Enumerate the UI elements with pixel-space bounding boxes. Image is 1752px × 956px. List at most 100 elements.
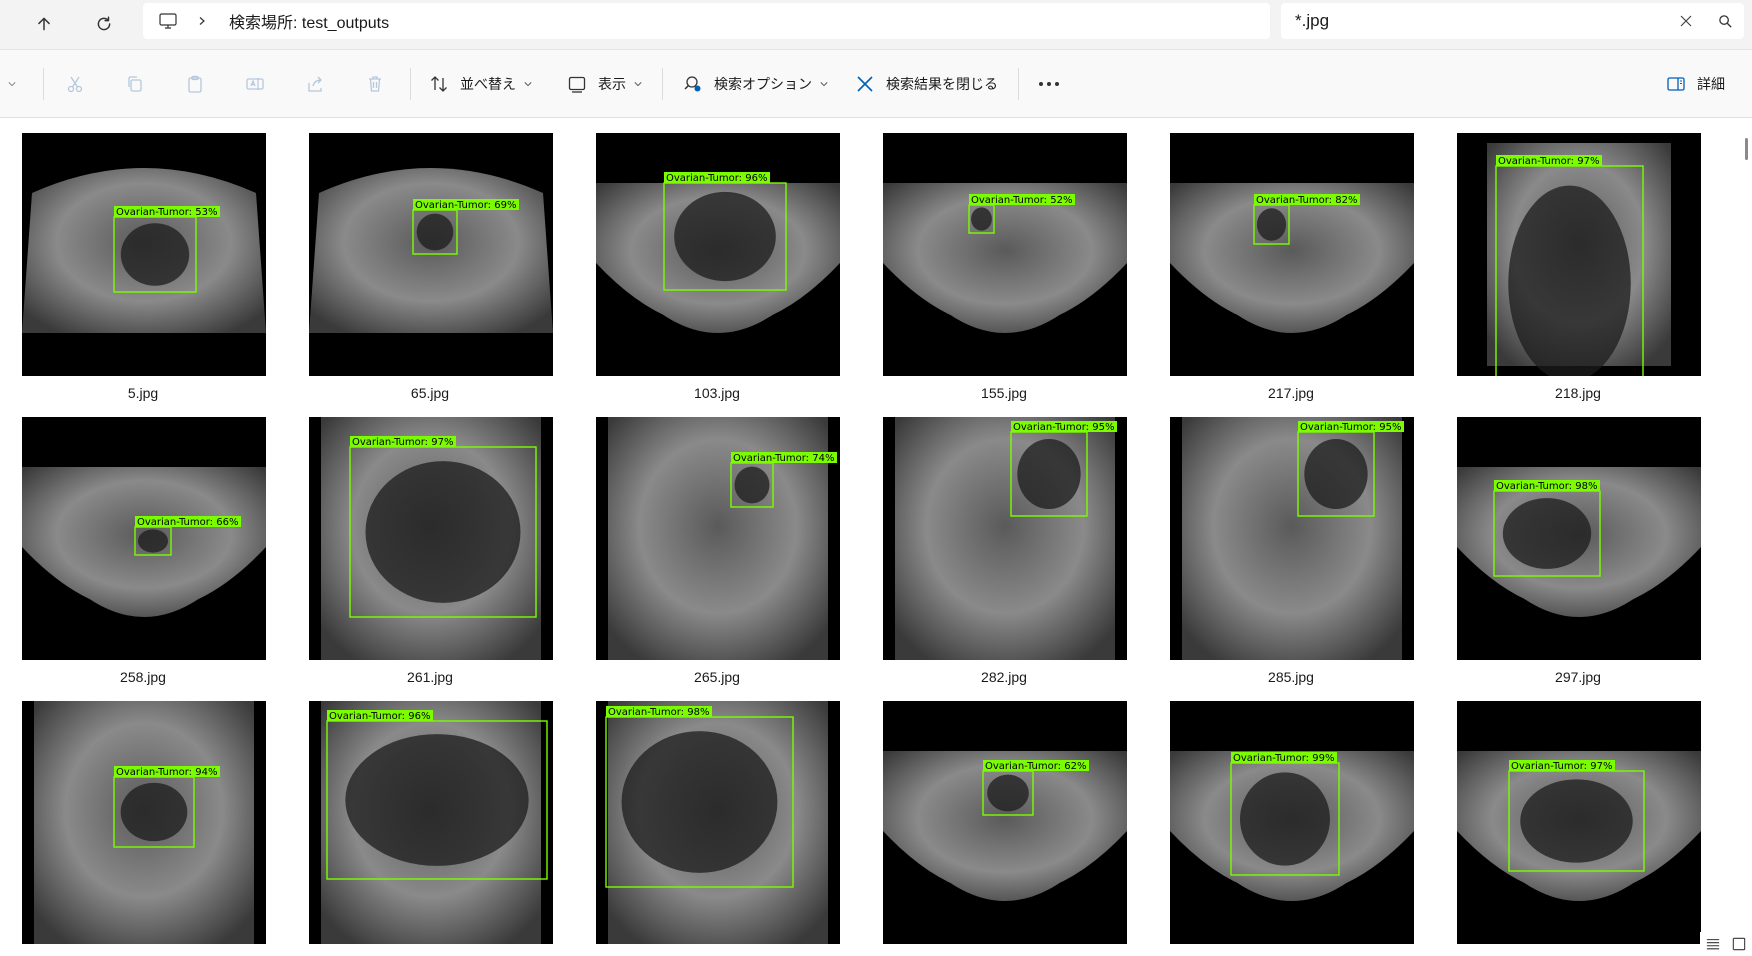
file-tile[interactable]: Ovarian-Tumor: 98% 297.jpg	[1435, 402, 1721, 685]
cut-icon	[64, 73, 86, 95]
ultrasound-thumbnail[interactable]: Ovarian-Tumor: 66%	[22, 417, 266, 660]
ultrasound-thumbnail[interactable]: Ovarian-Tumor: 97%	[1457, 701, 1701, 944]
details-pane-icon	[1665, 73, 1687, 95]
sort-label: 並べ替え	[460, 76, 516, 92]
file-tile[interactable]: Ovarian-Tumor: 95% 282.jpg	[861, 402, 1147, 685]
detection-label: Ovarian-Tumor: 98%	[608, 707, 709, 718]
copy-button[interactable]	[124, 65, 146, 103]
file-tile[interactable]: Ovarian-Tumor: 74% 265.jpg	[574, 402, 860, 685]
ultrasound-thumbnail[interactable]: Ovarian-Tumor: 62%	[883, 701, 1127, 944]
chevron-down-icon	[820, 80, 828, 88]
ultrasound-thumbnail[interactable]: Ovarian-Tumor: 95%	[883, 417, 1127, 660]
delete-button[interactable]	[364, 65, 386, 103]
view-icon	[566, 73, 588, 95]
command-bar: 並べ替え 表示 検索オプション 検索結果を閉じる 詳細	[0, 50, 1752, 118]
file-name[interactable]: 297.jpg	[1435, 669, 1721, 685]
file-name[interactable]: 265.jpg	[574, 669, 860, 685]
clear-search-icon[interactable]	[1676, 11, 1696, 31]
file-tile[interactable]: Ovarian-Tumor: 95% 285.jpg	[1148, 402, 1434, 685]
file-tile[interactable]: Ovarian-Tumor: 53% 5.jpg	[0, 118, 286, 401]
ultrasound-thumbnail[interactable]: Ovarian-Tumor: 96%	[596, 133, 840, 376]
search-input[interactable]: *.jpg	[1295, 11, 1329, 31]
detection-label: Ovarian-Tumor: 52%	[971, 195, 1072, 206]
file-tile[interactable]: Ovarian-Tumor: 52% 155.jpg	[861, 118, 1147, 401]
separator	[1018, 68, 1019, 100]
rename-button[interactable]	[244, 65, 266, 103]
ultrasound-thumbnail[interactable]: Ovarian-Tumor: 69%	[309, 133, 553, 376]
file-name[interactable]: 65.jpg	[287, 385, 573, 401]
detection-label: Ovarian-Tumor: 97%	[352, 437, 453, 448]
vertical-scrollbar[interactable]	[1743, 130, 1749, 930]
search-icon[interactable]	[1714, 11, 1736, 31]
more-options-button[interactable]	[1038, 65, 1060, 103]
file-name[interactable]: 103.jpg	[574, 385, 860, 401]
details-view-icon[interactable]	[1704, 935, 1722, 953]
paste-button[interactable]	[184, 65, 206, 103]
file-tile[interactable]: Ovarian-Tumor: 96%	[287, 686, 573, 956]
ultrasound-thumbnail[interactable]: Ovarian-Tumor: 95%	[1170, 417, 1414, 660]
ultrasound-thumbnail[interactable]: Ovarian-Tumor: 97%	[309, 417, 553, 660]
file-name[interactable]: 261.jpg	[287, 669, 573, 685]
sort-button[interactable]: 並べ替え	[428, 65, 532, 103]
ultrasound-thumbnail[interactable]: Ovarian-Tumor: 52%	[883, 133, 1127, 376]
file-tile[interactable]: Ovarian-Tumor: 97% 261.jpg	[287, 402, 573, 685]
file-name[interactable]: 282.jpg	[861, 669, 1147, 685]
ultrasound-thumbnail[interactable]: Ovarian-Tumor: 74%	[596, 417, 840, 660]
file-tile[interactable]: Ovarian-Tumor: 94%	[0, 686, 286, 956]
file-tile[interactable]: Ovarian-Tumor: 66% 258.jpg	[0, 402, 286, 685]
ultrasound-thumbnail[interactable]: Ovarian-Tumor: 98%	[596, 701, 840, 944]
view-label: 表示	[598, 76, 626, 92]
file-name[interactable]: 217.jpg	[1148, 385, 1434, 401]
large-icons-view-icon[interactable]	[1730, 935, 1748, 953]
ultrasound-thumbnail[interactable]: Ovarian-Tumor: 96%	[309, 701, 553, 944]
view-button[interactable]: 表示	[566, 65, 642, 103]
detection-label: Ovarian-Tumor: 66%	[137, 517, 238, 528]
file-name[interactable]: 5.jpg	[0, 385, 286, 401]
file-tile[interactable]: Ovarian-Tumor: 69% 65.jpg	[287, 118, 573, 401]
detection-label: Ovarian-Tumor: 96%	[666, 173, 767, 184]
ultrasound-thumbnail[interactable]: Ovarian-Tumor: 94%	[22, 701, 266, 944]
search-options-button[interactable]: 検索オプション	[682, 65, 828, 103]
arrow-up-icon	[38, 17, 50, 31]
file-name[interactable]: 258.jpg	[0, 669, 286, 685]
file-tile[interactable]: Ovarian-Tumor: 82% 217.jpg	[1148, 118, 1434, 401]
view-toggle-group	[1700, 932, 1752, 956]
ultrasound-thumbnail[interactable]: Ovarian-Tumor: 98%	[1457, 417, 1701, 660]
cut-button[interactable]	[64, 65, 86, 103]
search-options-icon	[682, 73, 704, 95]
address-bar[interactable]: 検索場所: test_outputs	[143, 3, 1270, 39]
share-button[interactable]	[304, 65, 326, 103]
file-tile[interactable]: Ovarian-Tumor: 99%	[1148, 686, 1434, 956]
separator	[410, 68, 411, 100]
detection-label: Ovarian-Tumor: 82%	[1256, 195, 1357, 206]
file-tile[interactable]: Ovarian-Tumor: 97% 218.jpg	[1435, 118, 1721, 401]
up-button[interactable]	[24, 5, 64, 43]
detection-label: Ovarian-Tumor: 99%	[1233, 753, 1334, 764]
details-pane-button[interactable]: 詳細	[1665, 65, 1725, 103]
ultrasound-thumbnail[interactable]: Ovarian-Tumor: 82%	[1170, 133, 1414, 376]
search-box[interactable]: *.jpg	[1281, 3, 1744, 39]
detection-label: Ovarian-Tumor: 94%	[116, 767, 217, 778]
file-name[interactable]: 285.jpg	[1148, 669, 1434, 685]
detection-label: Ovarian-Tumor: 95%	[1300, 422, 1401, 433]
file-tile[interactable]: Ovarian-Tumor: 62%	[861, 686, 1147, 956]
file-tile[interactable]: Ovarian-Tumor: 96% 103.jpg	[574, 118, 860, 401]
file-name[interactable]: 218.jpg	[1435, 385, 1721, 401]
file-name[interactable]: 155.jpg	[861, 385, 1147, 401]
address-row: 検索場所: test_outputs *.jpg	[0, 0, 1752, 50]
detection-label: Ovarian-Tumor: 98%	[1496, 481, 1597, 492]
refresh-button[interactable]	[84, 5, 124, 43]
file-tile[interactable]: Ovarian-Tumor: 97%	[1435, 686, 1721, 956]
ultrasound-thumbnail[interactable]: Ovarian-Tumor: 53%	[22, 133, 266, 376]
new-button-partial[interactable]	[0, 65, 16, 103]
close-icon	[854, 73, 876, 95]
scrollbar-thumb[interactable]	[1745, 138, 1748, 160]
this-pc-icon[interactable]	[157, 10, 179, 32]
close-search-button[interactable]: 検索結果を閉じる	[854, 65, 998, 103]
ultrasound-thumbnail[interactable]: Ovarian-Tumor: 99%	[1170, 701, 1414, 944]
ultrasound-thumbnail[interactable]: Ovarian-Tumor: 97%	[1457, 133, 1701, 376]
file-tile[interactable]: Ovarian-Tumor: 98%	[574, 686, 860, 956]
address-path[interactable]: 検索場所: test_outputs	[229, 9, 389, 33]
chevron-right-icon[interactable]	[197, 14, 211, 28]
sort-icon	[428, 73, 450, 95]
